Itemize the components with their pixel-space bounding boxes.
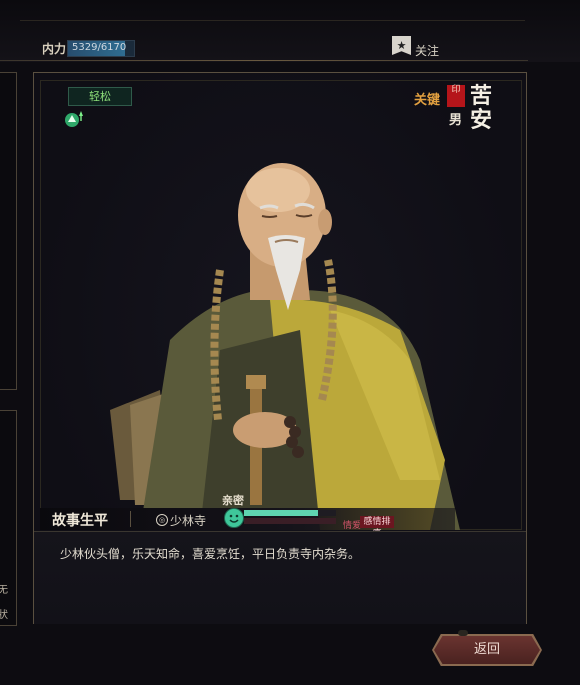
top-bar-divider [0, 60, 528, 61]
character-name: 苦安 [470, 83, 493, 133]
mood-badge: 轻松 [68, 87, 132, 106]
neili-bar: 5329/6170 [67, 40, 135, 57]
left-panel-text-1: 无 [0, 585, 8, 596]
intimacy-bar-fill [244, 510, 318, 516]
sect-name: 少林寺 [170, 514, 207, 528]
feeling-rank-button[interactable]: 感情排序 [360, 516, 394, 539]
feeling-label: 情爱 [343, 521, 362, 531]
neili-value: 5329/6170 [72, 42, 127, 53]
key-character-label: 关键 [414, 93, 441, 108]
story-divider [130, 511, 131, 527]
smile-face-icon [224, 508, 244, 528]
sect-circle-icon: ◎ [156, 514, 168, 526]
follow-button[interactable]: 关注 [415, 42, 439, 59]
return-button-notch [458, 630, 468, 636]
intimacy-bar [244, 510, 336, 516]
left-panel-text-2: 状 [0, 610, 8, 621]
left-side-panel [0, 72, 17, 390]
feeling-bar [244, 518, 336, 524]
gender-label: 男 [449, 113, 463, 128]
monk-portrait [110, 163, 460, 530]
return-button[interactable]: 返回 [434, 636, 540, 664]
mood-up-arrow-icon [65, 111, 83, 127]
character-description: 少林伙头僧，乐天知命，喜爱烹饪，平日负责寺内杂务。 [60, 547, 361, 561]
neili-label: 内力 [42, 42, 67, 56]
seal-stamp-icon: 印 [447, 85, 465, 107]
story-title: 故事生平 [52, 513, 108, 529]
left-side-panel-lower: 无 状 [0, 410, 17, 626]
intimacy-label: 亲密 [222, 494, 244, 507]
